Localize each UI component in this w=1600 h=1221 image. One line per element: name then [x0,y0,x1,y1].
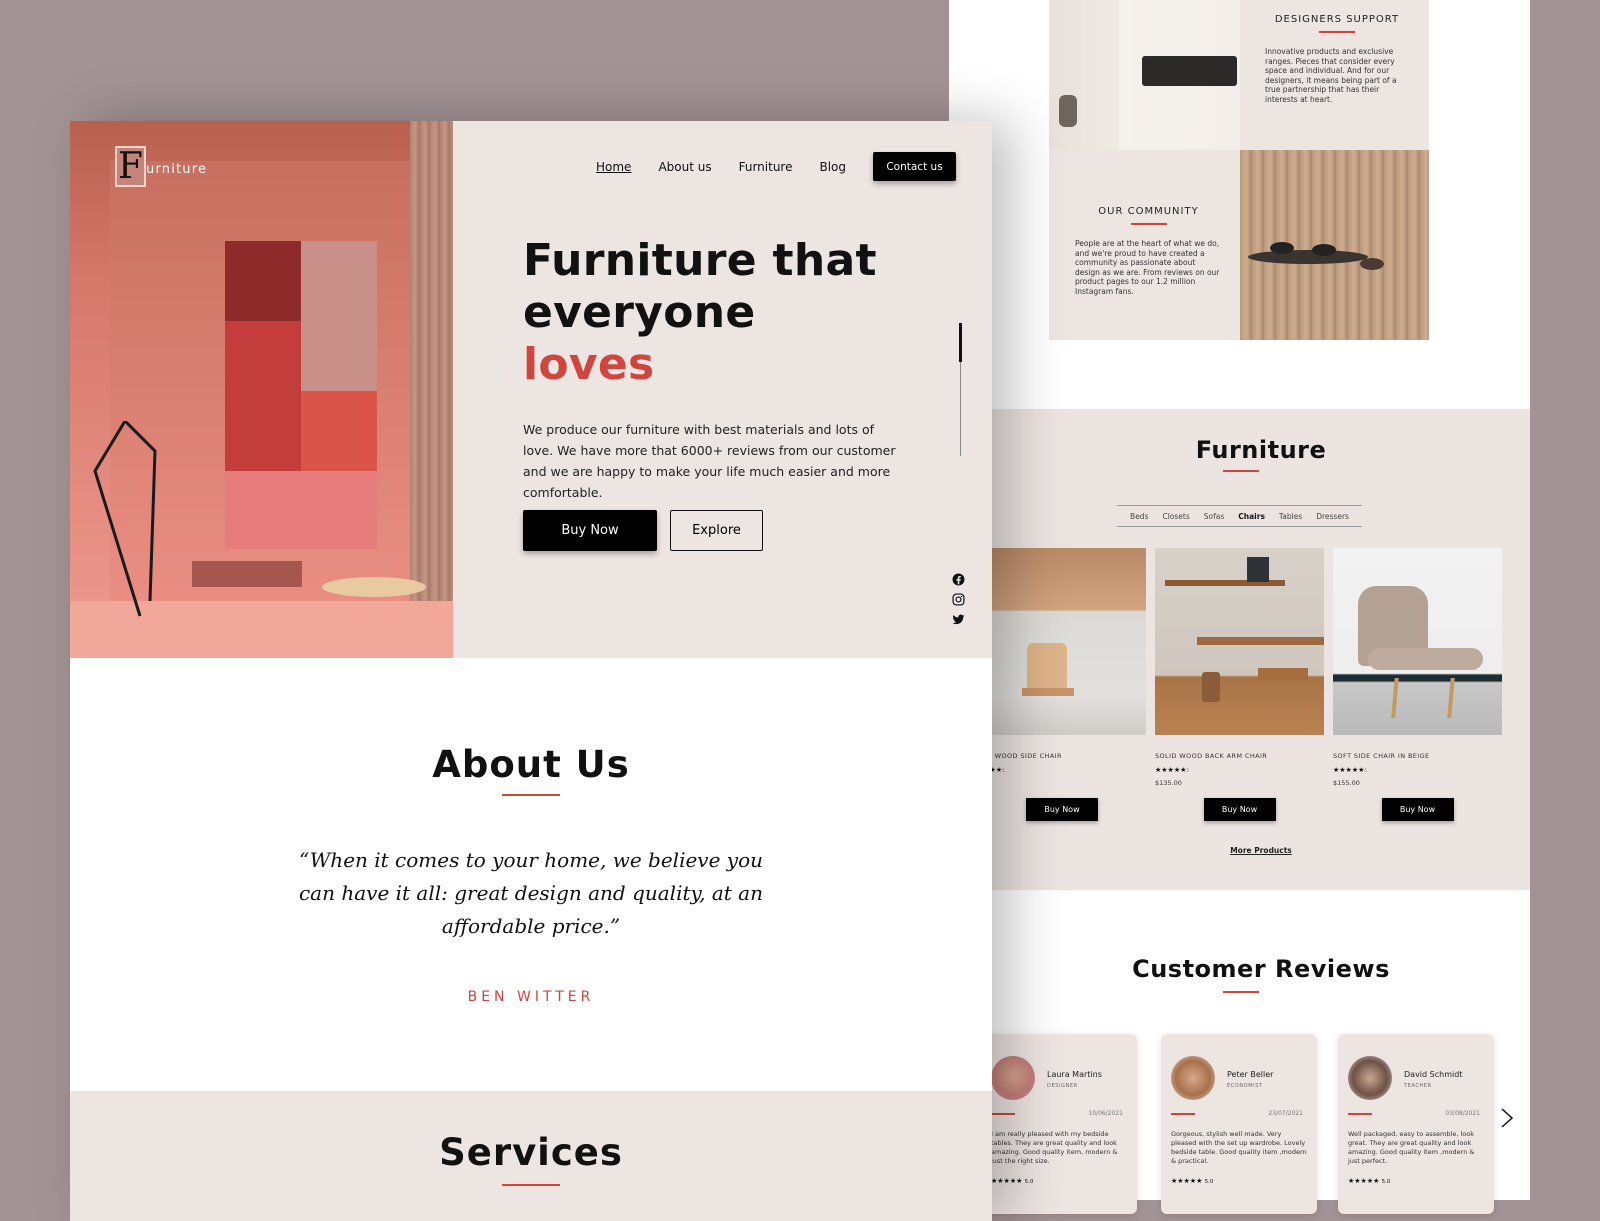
review-date: 03/08/2021 [1445,1110,1480,1117]
product-price: $155.00 [1333,779,1360,787]
divider [1348,1113,1372,1115]
divider [502,1184,560,1186]
category-tabs: Beds Closets Sofas Chairs Tables Dresser… [1117,505,1362,527]
reviewer-name: Laura Martins [1047,1070,1102,1079]
logo-mark: F [115,146,146,187]
review-card: Laura Martins DESIGNER 10/06/2021 I am r… [981,1034,1137,1214]
about-title: About Us [432,743,630,786]
product-rating: ★★★★★5 [1333,766,1367,774]
divider [1223,991,1259,993]
tab-sofas[interactable]: Sofas [1204,512,1225,521]
facebook-icon[interactable] [952,573,965,586]
buy-now-button[interactable]: Buy Now [1026,798,1098,821]
product-card: SOLID WOOD BACK ARM CHAIR ★★★★★5 $135.00… [1155,548,1324,821]
divider [1171,1113,1195,1115]
logo[interactable]: F urniture [115,146,207,187]
nav-blog[interactable]: Blog [819,160,846,174]
buy-now-button[interactable]: Buy Now [1203,798,1276,821]
review-text: I am really pleased with my bedside tabl… [991,1130,1118,1165]
product-rating: ★★★★5 [977,766,1005,774]
buy-now-button[interactable]: Buy Now [523,510,657,551]
feature-text: People are at the heart of what we do, a… [1075,239,1220,296]
divider [502,794,560,796]
product-name: SOLID WOOD BACK ARM CHAIR [1155,752,1268,760]
feature-title: OUR COMMUNITY [1098,206,1199,217]
logo-text: urniture [146,162,208,177]
review-date: 23/07/2021 [1268,1110,1303,1117]
social-links [952,573,965,626]
product-image[interactable] [1333,548,1502,735]
review-date: 10/06/2021 [1088,1110,1123,1117]
twitter-icon[interactable] [952,613,965,626]
living-room-photo [1049,0,1240,150]
review-card: David Schmidt TEACHER 03/08/2021 Well pa… [1338,1034,1494,1214]
main-page-card: F urniture Home About us Furniture Blog … [70,121,992,1221]
avatar [991,1056,1035,1100]
community-block: OUR COMMUNITY People are at the heart of… [1049,150,1240,340]
review-rating: ★★★★★ 5.0 [1171,1177,1214,1185]
instagram-icon[interactable] [952,593,965,606]
divider [991,1113,1015,1115]
about-quote: “When it comes to your home, we believe … [298,848,764,938]
avatar [1348,1056,1392,1100]
reviewer-role: DESIGNER [1047,1083,1078,1089]
reviewer-role: ECONOMIST [1227,1083,1263,1089]
divider [1319,31,1355,33]
review-rating: ★★★★★ 5.0 [991,1177,1034,1185]
reviews-title: Customer Reviews [1132,955,1390,983]
buy-now-button[interactable]: Buy Now [1381,798,1454,821]
dining-room-photo [1240,150,1429,340]
furniture-title: Furniture [1195,436,1327,464]
reviewer-name: David Schmidt [1404,1070,1463,1079]
more-products-link[interactable]: More Products [992,846,1530,855]
product-rating: ★★★★★5 [1155,766,1189,774]
quote-author: BEN WITTER [467,989,595,1005]
tab-dressers[interactable]: Dressers [1316,512,1349,521]
product-name: SOFT SIDE CHAIR IN BEIGE [1333,752,1430,760]
chevron-right-icon[interactable] [1500,1107,1514,1135]
product-price: $135.00 [1155,779,1182,787]
avatar [1171,1056,1215,1100]
feature-title: DESIGNERS SUPPORT [1274,14,1400,25]
product-image[interactable] [1155,548,1324,735]
divider [1130,223,1167,225]
product-image[interactable] [977,548,1146,735]
divider [1223,470,1259,472]
tab-chairs[interactable]: Chairs [1238,512,1265,521]
product-card: SOFT SIDE CHAIR IN BEIGE ★★★★★5 $155.00 … [1333,548,1502,821]
feature-text: Innovative products and exclusive ranges… [1265,47,1397,104]
nav-about-us[interactable]: About us [658,160,711,174]
review-card: Peter Beller ECONOMIST 23/07/2021 Gorgeo… [1161,1034,1317,1214]
product-price: .00 [977,779,1146,787]
designers-support-block: DESIGNERS SUPPORT Innovative products an… [1240,0,1429,150]
hero-room-photo [70,121,453,658]
review-text: Well packaged, easy to assemble, look gr… [1348,1130,1475,1165]
reviewer-role: TEACHER [1404,1083,1432,1089]
reviewer-name: Peter Beller [1227,1070,1274,1079]
main-nav: Home About us Furniture Blog Contact us [596,152,957,181]
tab-tables[interactable]: Tables [1279,512,1302,521]
review-text: Gorgeous, stylish well made. Very please… [1171,1130,1307,1165]
services-title: Services [439,1131,623,1174]
product-card: DEN WOOD SIDE CHAIR ★★★★5 .00 Buy Now [977,548,1146,821]
nav-home[interactable]: Home [596,160,631,174]
hero-content: Home About us Furniture Blog Contact us … [453,121,992,658]
contact-us-button[interactable]: Contact us [873,152,957,181]
explore-button[interactable]: Explore [670,510,763,551]
tab-closets[interactable]: Closets [1162,512,1189,521]
scroll-indicator[interactable] [959,323,962,456]
nav-furniture[interactable]: Furniture [739,160,793,174]
tab-beds[interactable]: Beds [1130,512,1148,521]
product-name: DEN WOOD SIDE CHAIR [977,752,1062,760]
review-rating: ★★★★★ 5.0 [1348,1177,1391,1185]
hero-description: We produce our furniture with best mater… [523,422,896,500]
hero-title: Furniture that everyone loves [523,235,877,390]
